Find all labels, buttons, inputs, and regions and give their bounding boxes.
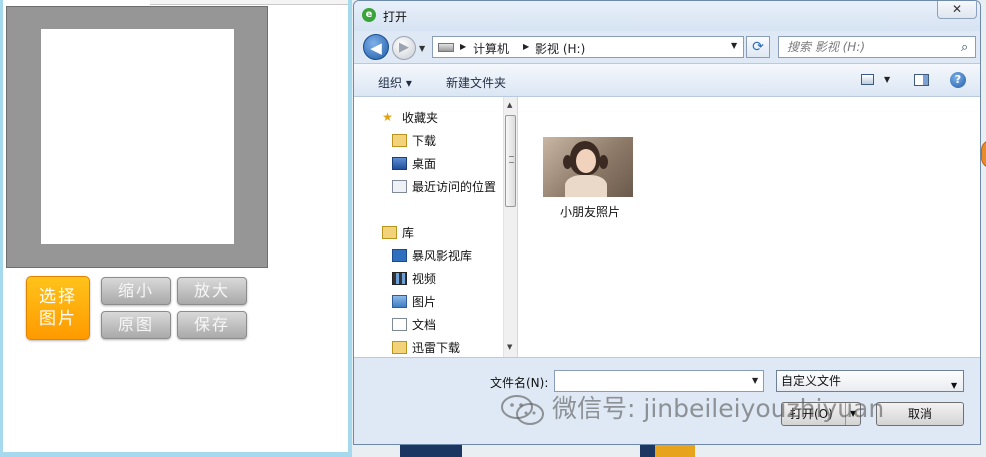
scrollbar-thumb[interactable] (505, 115, 516, 207)
preview-pane-icon[interactable] (914, 74, 929, 86)
change-view-icon[interactable] (861, 74, 874, 85)
dialog-title: 打开 (383, 10, 408, 24)
scroll-up-icon[interactable]: ▲ (507, 101, 512, 109)
nav-label: 文档 (412, 318, 437, 332)
nav-label: 视频 (412, 272, 437, 286)
search-input[interactable]: 搜索 影视 (H:) ⌕ (778, 36, 976, 58)
refresh-icon[interactable]: ⟳ (746, 36, 770, 58)
dialog-body: ★ 收藏夹 下载 桌面 最近访问的位置 库 暴风影视库 视频 图片 文档 迅雷下… (354, 97, 980, 357)
address-dropdown-icon[interactable]: ▼ (731, 41, 737, 50)
desktop-icon (392, 157, 407, 170)
file-type-dropdown-icon[interactable]: ▼ (951, 376, 957, 396)
nav-label: 迅雷下载 (412, 341, 461, 355)
original-size-button[interactable]: 原图 (101, 311, 171, 339)
nav-pane-scrollbar[interactable]: ▲ ▼ (503, 97, 518, 357)
photo-thumbnail (543, 137, 633, 197)
nav-label: 收藏夹 (402, 111, 439, 125)
file-name: 小朋友照片 (559, 205, 620, 219)
cancel-button[interactable]: 取消 (876, 402, 964, 426)
breadcrumb-separator-icon[interactable]: ▶ (523, 42, 529, 51)
file-list[interactable]: 小朋友照片 (520, 97, 980, 357)
file-type-value: 自定义文件 (781, 374, 842, 388)
recent-pages-dropdown-icon[interactable]: ▼ (419, 44, 425, 53)
open-file-dialog: e 打开 ✕ ◀ ▶ ▼ ▶ 计算机 ▶ 影视 (H:) ▼ ⟳ 搜索 影视 (… (353, 0, 981, 445)
video-library-icon (392, 249, 407, 262)
address-bar[interactable]: ▶ 计算机 ▶ 影视 (H:) ▼ (432, 36, 744, 58)
breadcrumb-separator-icon[interactable]: ▶ (460, 42, 466, 51)
pictures-icon (392, 295, 407, 308)
choose-image-label-line2: 图片 (39, 309, 77, 329)
scroll-down-icon[interactable]: ▼ (507, 343, 512, 351)
top-divider (150, 0, 350, 5)
recent-places-icon (392, 180, 407, 193)
navigation-bar: ◀ ▶ ▼ ▶ 计算机 ▶ 影视 (H:) ▼ ⟳ 搜索 影视 (H:) ⌕ (354, 31, 980, 63)
filename-label: 文件名(N): (490, 376, 549, 390)
video-icon (392, 272, 407, 285)
close-button[interactable]: ✕ (937, 1, 977, 19)
bottom-border (0, 452, 352, 457)
choose-image-button[interactable]: 选择 图片 (26, 276, 90, 340)
help-icon[interactable]: ? (950, 72, 966, 88)
image-canvas[interactable] (41, 29, 234, 244)
browser-icon: e (362, 8, 376, 22)
drive-icon (438, 43, 454, 52)
image-editor-panel: 选择 图片 缩小 放大 原图 保存 (0, 0, 352, 457)
choose-image-label-line1: 选择 (39, 287, 77, 307)
star-icon: ★ (382, 110, 393, 124)
new-folder-button[interactable]: 新建文件夹 (446, 74, 506, 91)
shrink-button[interactable]: 缩小 (101, 277, 171, 305)
wechat-logo-icon (501, 395, 544, 425)
forward-arrow-icon[interactable]: ▶ (392, 36, 416, 60)
file-item[interactable]: 小朋友照片 (540, 137, 640, 220)
back-arrow-icon[interactable]: ◀ (363, 34, 389, 60)
breadcrumb-drive[interactable]: 影视 (H:) (535, 40, 585, 57)
organize-menu[interactable]: 组织 ▾ (378, 74, 412, 91)
image-canvas-frame (6, 6, 268, 268)
dialog-toolbar: 组织 ▾ 新建文件夹 ▼ ? (354, 63, 980, 97)
nav-label: 库 (402, 226, 415, 240)
search-icon[interactable]: ⌕ (961, 38, 968, 58)
search-placeholder: 搜索 影视 (H:) (787, 40, 866, 54)
dialog-titlebar[interactable]: e 打开 ✕ (354, 1, 980, 31)
nav-label: 下载 (412, 134, 437, 148)
nav-label: 暴风影视库 (412, 249, 473, 263)
thunder-download-icon (392, 341, 407, 354)
view-options-dropdown-icon[interactable]: ▼ (884, 75, 890, 84)
nav-label: 最近访问的位置 (412, 180, 497, 194)
nav-label: 图片 (412, 295, 437, 309)
save-button[interactable]: 保存 (177, 311, 247, 339)
nav-label: 桌面 (412, 157, 437, 171)
grip-icon (509, 156, 514, 163)
filename-dropdown-icon[interactable]: ▼ (752, 376, 758, 385)
documents-icon (392, 318, 407, 331)
download-folder-icon (392, 134, 407, 147)
breadcrumb-computer[interactable]: 计算机 (473, 40, 509, 57)
watermark-text: 微信号: jinbeileiyouzhiyuan (552, 394, 885, 423)
enlarge-button[interactable]: 放大 (177, 277, 247, 305)
library-icon (382, 226, 397, 239)
left-border (0, 0, 3, 457)
navigation-pane: ★ 收藏夹 下载 桌面 最近访问的位置 库 暴风影视库 视频 图片 文档 迅雷下… (354, 97, 503, 357)
